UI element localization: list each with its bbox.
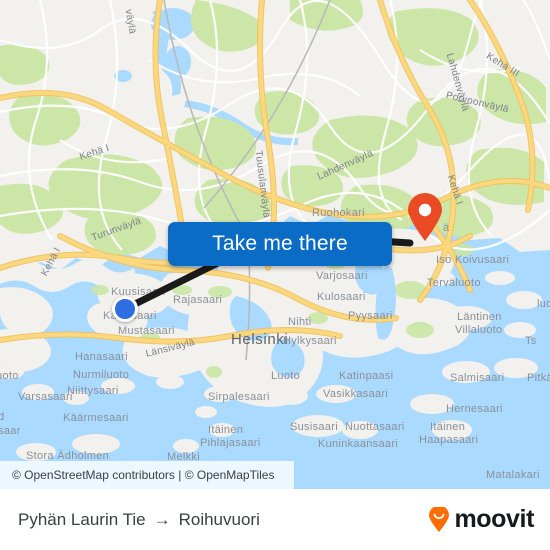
trip-destination-label: Roihuvuori xyxy=(178,509,260,529)
trip-footer: Pyhän Laurin Tie → Roihuvuori moovit xyxy=(0,489,550,550)
map-attribution[interactable]: © OpenStreetMap contributors | © OpenMap… xyxy=(0,461,294,489)
arrow-right-icon: → xyxy=(153,509,171,529)
trip-summary: Pyhän Laurin Tie → Roihuvuori xyxy=(18,510,260,530)
moovit-logo[interactable]: moovit xyxy=(427,505,534,534)
trip-origin-label: Pyhän Laurin Tie xyxy=(18,509,146,529)
origin-marker[interactable] xyxy=(112,296,138,322)
destination-pin[interactable] xyxy=(406,192,444,242)
map-attribution-text: © OpenStreetMap contributors | © OpenMap… xyxy=(12,468,275,482)
map-canvas[interactable]: Kehä I Kehä I Kehä I Kehä III Lahdenväylä Lah… xyxy=(0,0,550,489)
moovit-trip-map-screen: Kehä I Kehä I Kehä I Kehä III Lahdenväylä Lah… xyxy=(0,0,550,550)
moovit-pin-icon xyxy=(429,506,450,532)
take-me-there-button[interactable]: Take me there xyxy=(168,222,392,266)
moovit-wordmark: moovit xyxy=(454,505,534,533)
take-me-there-label: Take me there xyxy=(212,232,348,255)
